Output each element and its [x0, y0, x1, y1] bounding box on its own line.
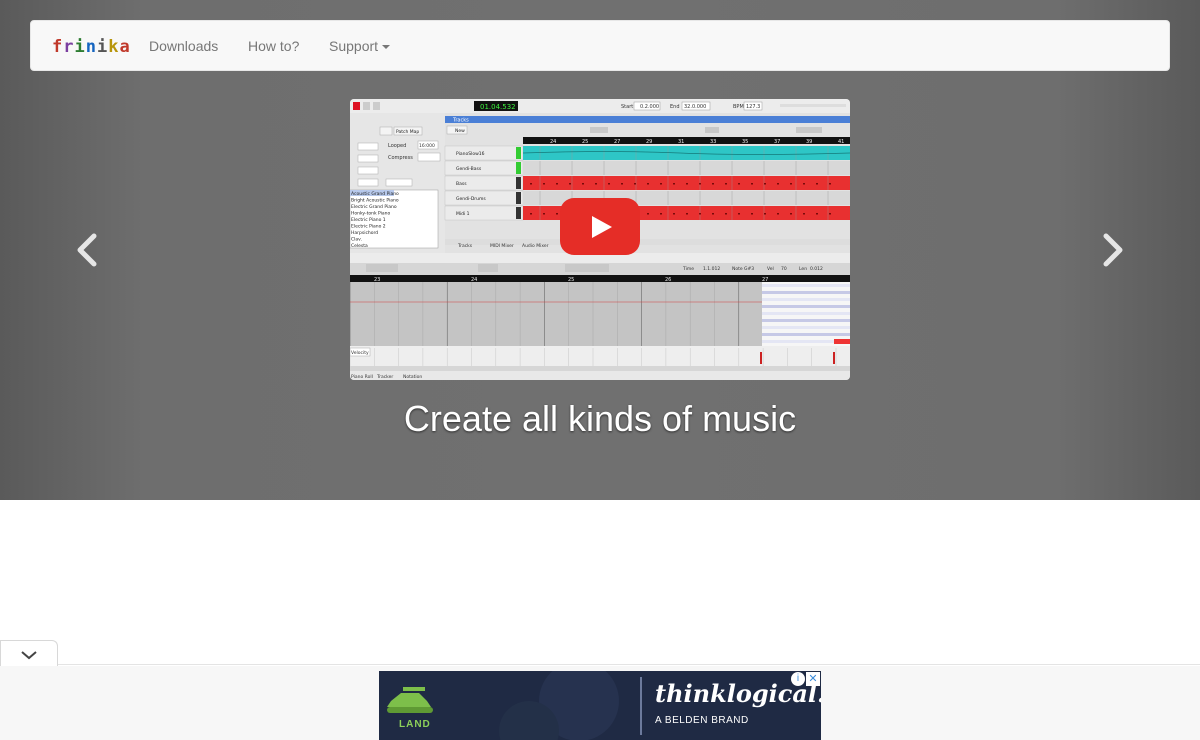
advertisement-banner[interactable]: LAND thinklogical. A BELDEN BRAND i ✕	[379, 671, 821, 740]
note-label: Note	[732, 266, 743, 272]
instrument-item: Clav.	[351, 237, 362, 243]
record-icon	[353, 102, 360, 110]
vel-label: Vel	[767, 266, 774, 272]
ruler-mark: 39	[806, 139, 812, 145]
ruler-mark: 29	[646, 139, 652, 145]
nav-support-label: Support	[329, 38, 379, 54]
play-icon	[363, 102, 370, 110]
instrument-item: Electric Grand Piano	[351, 204, 397, 210]
chevron-left-icon	[77, 233, 97, 267]
ad-close-icon[interactable]: ✕	[806, 672, 820, 686]
velocity-label: Velocity	[351, 350, 369, 356]
nav-support[interactable]: Support	[329, 38, 391, 54]
new-track-button: New	[455, 128, 465, 134]
editor-tab: Piano Roll	[351, 374, 373, 380]
track-name: PianoSlow16	[456, 151, 485, 157]
velocity-grid	[350, 348, 837, 366]
panel-tab: Tracks	[457, 243, 473, 249]
chevron-right-icon	[1103, 233, 1123, 267]
end-label: End	[670, 104, 680, 110]
tracks-panel-title: Tracks	[452, 118, 469, 124]
hero-caption: Create all kinds of music	[403, 398, 797, 439]
ruler-mark: 35	[742, 139, 748, 145]
instrument-item: Bright Acoustic Piano	[351, 198, 399, 204]
instrument-item: Honky-tonk Piano	[351, 211, 391, 217]
nav-downloads[interactable]: Downloads	[149, 38, 218, 54]
note-value: G#3	[744, 266, 754, 272]
panel-tabs: Tracks MIDI Mixer Audio Mixer	[457, 243, 549, 249]
site-logo[interactable]: frinika	[52, 37, 131, 57]
track-name: Gendi-Drums	[456, 196, 486, 202]
instrument-item: Electric Piano 1	[351, 217, 386, 223]
bpm-label: BPM	[733, 104, 744, 110]
bpm-value: 127.3	[746, 104, 760, 110]
stop-icon	[373, 102, 380, 110]
len-value: 0.012	[810, 266, 823, 272]
ruler-mark: 41	[838, 139, 844, 145]
transport-time: 01.04.532	[480, 103, 516, 111]
ad-divider	[58, 664, 1200, 665]
track-name: Midi 1	[456, 211, 470, 217]
ruler-mark: 27	[614, 139, 620, 145]
navbar: frinika Downloads How to? Support	[30, 20, 1170, 71]
start-value: 0.2.000	[640, 104, 659, 110]
start-label: Start	[621, 104, 633, 110]
instrument-item: Celesta	[351, 243, 368, 249]
ad-separator	[640, 677, 642, 735]
ruler-mark: 37	[774, 139, 780, 145]
ad-land-label: LAND	[399, 719, 431, 730]
track-rows: PianoSlow16 Gendi-Bass Bass Gendi-Drums Midi…	[444, 145, 850, 221]
instrument-item: Electric Piano 2	[351, 224, 386, 230]
panel-tab: Audio Mixer	[522, 243, 549, 249]
looped-label: Looped	[388, 143, 406, 149]
hero-carousel: frinika Downloads How to? Support 01.04.…	[0, 0, 1200, 500]
looped-value: 16:000	[419, 143, 435, 149]
ruler-mark: 24	[550, 139, 556, 145]
caret-down-icon	[382, 45, 391, 50]
video-player[interactable]: 01.04.532 Start 0.2.000 End 32.0.000 BPM…	[350, 99, 850, 380]
time-value: 1.1.012	[703, 266, 720, 272]
compress-label: Compress	[388, 155, 413, 161]
track-name: Bass	[456, 181, 467, 187]
len-label: Len	[799, 266, 807, 272]
instrument-item: Acoustic Grand Piano	[351, 191, 399, 197]
ruler-mark: 31	[678, 139, 684, 145]
ad-info-icon[interactable]: i	[791, 672, 805, 686]
chevron-down-icon	[21, 651, 37, 660]
ad-subtitle: A BELDEN BRAND	[655, 715, 749, 726]
instrument-item: Harpsichord	[351, 230, 378, 236]
track-name: Gendi-Bass	[456, 166, 482, 172]
pianoroll-keys	[762, 284, 850, 343]
vel-value: 70	[781, 266, 787, 272]
end-value: 32.0.000	[684, 104, 706, 110]
youtube-play-button[interactable]	[560, 198, 640, 255]
editor-tabs: Piano Roll Tracker Notation	[351, 374, 422, 380]
carousel-prev-button[interactable]	[68, 230, 108, 270]
editor-tab: Tracker	[376, 374, 393, 380]
ruler-mark: 25	[582, 139, 588, 145]
patch-map-button: Patch Map	[396, 129, 419, 135]
editor-tab: Notation	[403, 374, 422, 380]
panel-tab: MIDI Mixer	[490, 243, 514, 249]
time-label: Time	[682, 266, 694, 272]
nav-how-to[interactable]: How to?	[248, 38, 299, 54]
ruler-mark: 33	[710, 139, 716, 145]
collapse-ad-button[interactable]	[0, 640, 58, 667]
carousel-next-button[interactable]	[1092, 230, 1132, 270]
